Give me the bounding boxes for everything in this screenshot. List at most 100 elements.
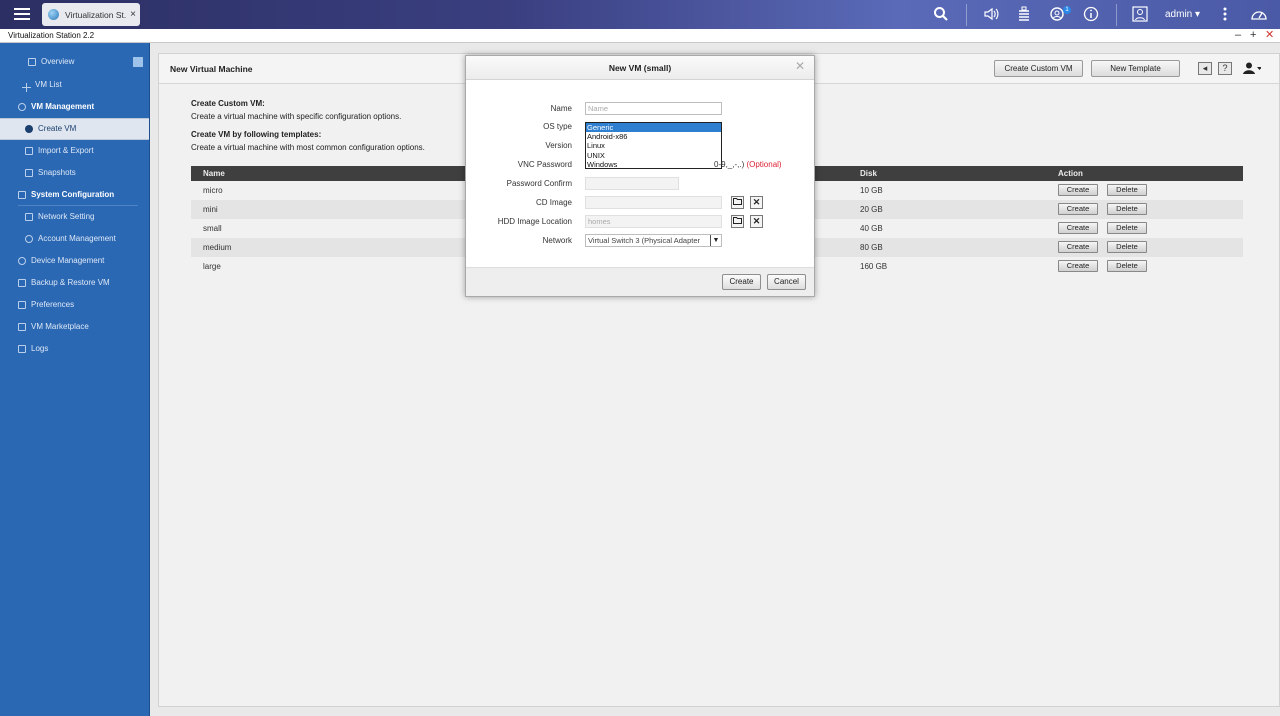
cd-image-label: CD Image <box>535 198 572 207</box>
row-create-button[interactable]: Create <box>1058 241 1098 253</box>
sidebar-item-account-management[interactable]: Account Management <box>0 230 149 248</box>
sidebar-item-label: Overview <box>41 57 75 66</box>
clear-icon[interactable]: ✕ <box>750 196 763 209</box>
name-input[interactable] <box>585 102 722 115</box>
sidebar-item-import-export[interactable]: Import & Export <box>0 142 149 160</box>
minimize-icon[interactable]: – <box>1235 29 1241 42</box>
sidebar-item-vm-management[interactable]: VM Management <box>0 98 149 116</box>
vnc-hint-chars: 0-9,_,-,.) <box>714 160 745 169</box>
row-create-button[interactable]: Create <box>1058 222 1098 234</box>
snapshots-icon <box>25 169 33 177</box>
cancel-button[interactable]: Cancel <box>767 274 806 290</box>
password-confirm-label: Password Confirm <box>506 179 572 188</box>
more-options-icon[interactable] <box>1216 6 1234 24</box>
network-setting-icon <box>25 213 33 221</box>
sidebar-item-label: Backup & Restore VM <box>31 278 110 287</box>
row-create-button[interactable]: Create <box>1058 184 1098 196</box>
templates-section-desc: Create a virtual machine with most commo… <box>191 143 425 152</box>
row-delete-button[interactable]: Delete <box>1107 222 1147 234</box>
clear-icon[interactable]: ✕ <box>750 215 763 228</box>
sidebar-item-device-management[interactable]: Device Management <box>0 252 149 270</box>
create-custom-vm-button[interactable]: Create Custom VM <box>994 60 1083 77</box>
row-disk: 20 GB <box>860 205 883 214</box>
main-menu-icon[interactable] <box>14 6 30 22</box>
password-confirm-input[interactable] <box>585 177 679 190</box>
sidebar-item-label: VM List <box>35 80 62 89</box>
app-tab-virtualization-station[interactable]: Virtualization St... × <box>42 3 140 26</box>
hdd-image-location-input[interactable]: homes <box>585 215 722 228</box>
row-name: large <box>203 262 221 271</box>
close-window-icon[interactable]: ✕ <box>1265 29 1274 42</box>
os-option-unix[interactable]: UNIX <box>586 151 721 160</box>
dashboard-gauge-icon[interactable] <box>1250 6 1268 24</box>
sidebar-item-label: System Configuration <box>31 190 115 199</box>
sidebar-item-system-configuration[interactable]: System Configuration <box>0 186 149 204</box>
vnc-password-label: VNC Password <box>517 160 572 169</box>
sidebar-item-vm-list[interactable]: VM List <box>0 76 149 94</box>
sidebar-item-label: VM Marketplace <box>31 322 89 331</box>
sidebar-item-label: Import & Export <box>38 146 94 155</box>
os-type-listbox[interactable]: Generic Android-x86 Linux UNIX Windows <box>585 122 722 169</box>
column-header-disk[interactable]: Disk <box>860 166 877 181</box>
notification-count-badge: 1 <box>1063 6 1071 14</box>
plus-icon <box>22 81 31 92</box>
media-sound-icon[interactable] <box>982 6 1000 24</box>
vnc-optional-label: (Optional) <box>746 160 782 169</box>
overview-icon <box>28 58 36 66</box>
dialog-close-icon[interactable]: ✕ <box>795 59 805 73</box>
help-icon[interactable]: ? <box>1218 62 1232 75</box>
collapse-panel-icon[interactable]: ◂ <box>1198 62 1212 75</box>
sidebar-item-label: Preferences <box>31 300 75 309</box>
create-button[interactable]: Create <box>722 274 761 290</box>
row-name: medium <box>203 243 232 252</box>
row-name: mini <box>203 205 218 214</box>
os-option-windows[interactable]: Windows <box>586 160 721 169</box>
network-label: Network <box>542 236 572 245</box>
os-option-android-x86[interactable]: Android-x86 <box>586 132 721 141</box>
vm-management-icon <box>18 103 26 111</box>
info-icon[interactable] <box>1082 6 1100 24</box>
sidebar-item-backup-restore-vm[interactable]: Backup & Restore VM <box>0 274 149 292</box>
search-icon[interactable] <box>932 6 950 24</box>
window-title: Virtualization Station 2.2 <box>8 31 95 40</box>
custom-vm-section-desc: Create a virtual machine with specific c… <box>191 112 402 121</box>
app-tab-close-icon[interactable]: × <box>126 9 140 20</box>
row-create-button[interactable]: Create <box>1058 260 1098 272</box>
row-create-button[interactable]: Create <box>1058 203 1098 215</box>
toolbar-separator <box>1116 4 1117 26</box>
sidebar-item-label: Snapshots <box>38 168 76 177</box>
folder-browse-icon[interactable] <box>731 196 744 209</box>
row-disk: 160 GB <box>860 262 888 271</box>
system-configuration-icon <box>18 191 26 199</box>
column-header-name[interactable]: Name <box>203 166 225 181</box>
user-menu[interactable]: admin ▾ <box>1165 9 1200 20</box>
os-option-generic[interactable]: Generic <box>586 123 721 133</box>
sidebar-item-create-vm[interactable]: Create VM <box>0 118 149 140</box>
app-tab-label: Virtualization St... <box>65 9 126 20</box>
sidebar-item-vm-marketplace[interactable]: VM Marketplace <box>0 318 149 336</box>
sidebar-item-logs[interactable]: Logs <box>0 340 149 358</box>
row-delete-button[interactable]: Delete <box>1107 184 1147 196</box>
row-delete-button[interactable]: Delete <box>1107 203 1147 215</box>
folder-browse-icon[interactable] <box>731 215 744 228</box>
network-select[interactable]: Virtual Switch 3 (Physical Adapter ▼ <box>585 234 722 247</box>
background-tasks-icon[interactable] <box>1015 6 1033 24</box>
new-template-button[interactable]: New Template <box>1091 60 1180 77</box>
dialog-footer: Create Cancel <box>466 267 814 296</box>
sidebar-item-preferences[interactable]: Preferences <box>0 296 149 314</box>
page-title: New Virtual Machine <box>170 64 253 74</box>
row-name: micro <box>203 186 223 195</box>
sidebar-item-overview[interactable]: Overview <box>0 53 149 71</box>
sidebar-item-snapshots[interactable]: Snapshots <box>0 164 149 182</box>
sidebar-item-network-setting[interactable]: Network Setting <box>0 208 149 226</box>
row-delete-button[interactable]: Delete <box>1107 260 1147 272</box>
backup-restore-icon <box>18 279 26 287</box>
user-options-icon[interactable] <box>1243 62 1262 77</box>
user-avatar-icon[interactable] <box>1131 6 1149 24</box>
os-option-linux[interactable]: Linux <box>586 141 721 150</box>
maximize-icon[interactable]: + <box>1250 29 1256 42</box>
cd-image-input[interactable] <box>585 196 722 209</box>
row-delete-button[interactable]: Delete <box>1107 241 1147 253</box>
chevron-down-icon: ▼ <box>710 235 721 246</box>
virtualization-station-icon <box>48 9 59 20</box>
